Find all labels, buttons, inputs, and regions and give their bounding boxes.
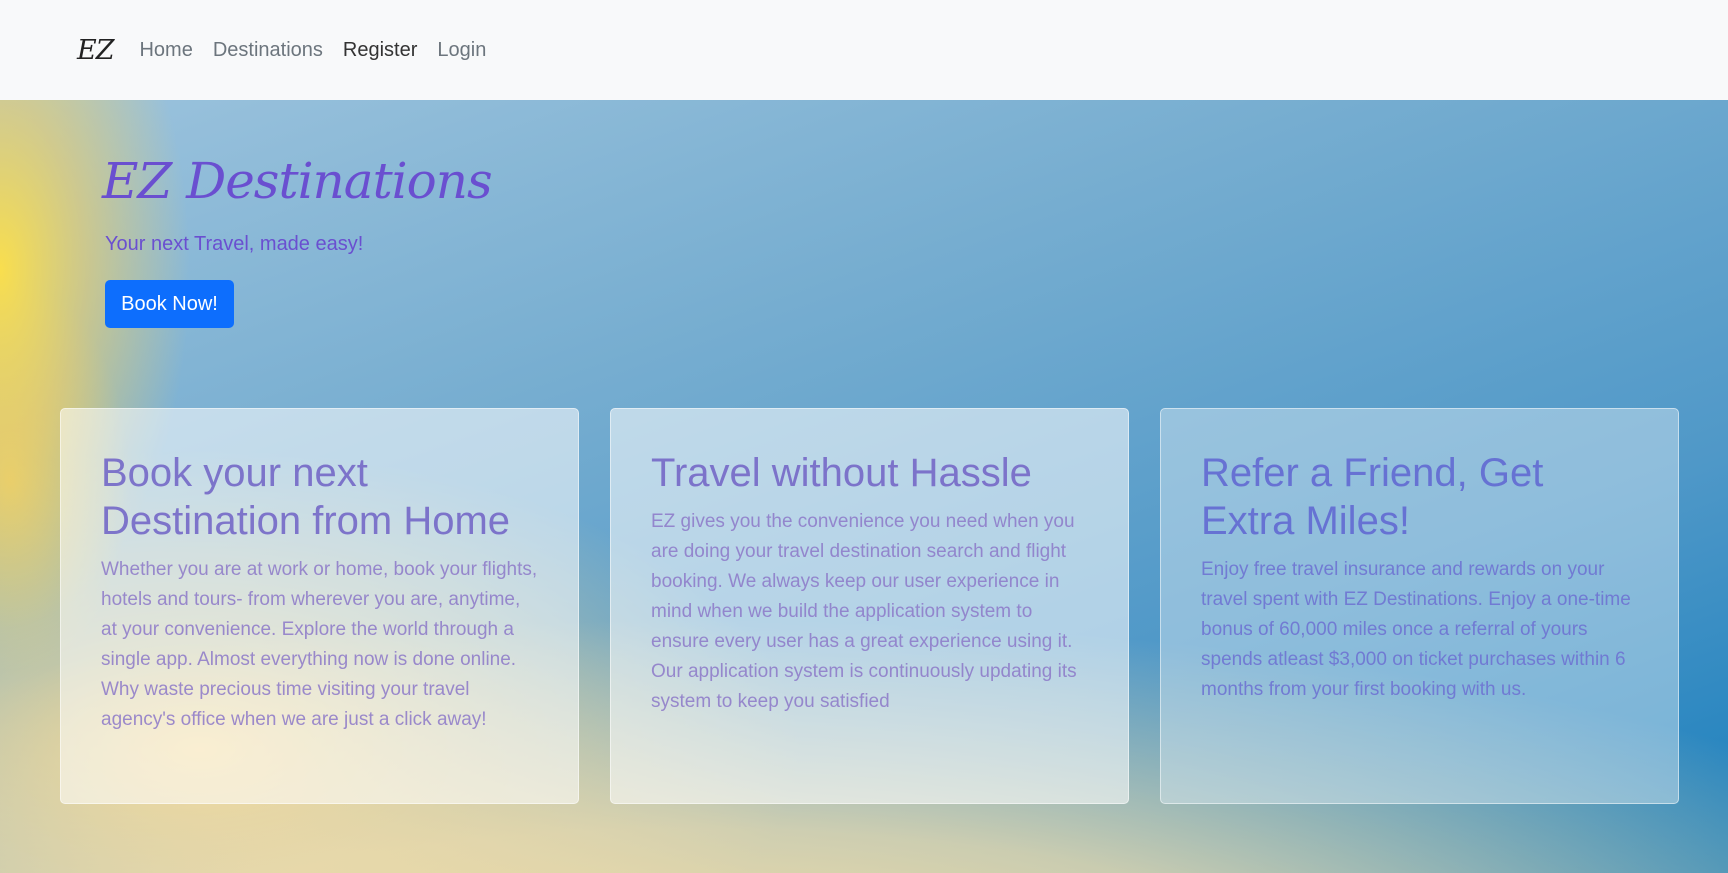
nav-link-destinations[interactable]: Destinations bbox=[213, 39, 323, 62]
nav-link-register[interactable]: Register bbox=[343, 39, 417, 62]
nav-link-login[interactable]: Login bbox=[437, 39, 486, 62]
book-now-button[interactable]: Book Now! bbox=[105, 280, 234, 328]
top-navbar: EZ Home Destinations Register Login bbox=[0, 0, 1728, 100]
card-title: Travel without Hassle bbox=[651, 451, 1032, 495]
card-body: Enjoy free travel insurance and rewards … bbox=[1201, 559, 1631, 700]
nav-link-home[interactable]: Home bbox=[139, 39, 192, 62]
card-body: EZ gives you the convenience you need wh… bbox=[651, 511, 1077, 712]
hero-section: EZ Destinations Your next Travel, made e… bbox=[0, 100, 1728, 873]
feature-card-refer-a-friend: Refer a Friend, Get Extra Miles! Enjoy f… bbox=[1160, 408, 1679, 804]
hero-subtitle: Your next Travel, made easy! bbox=[105, 233, 364, 255]
card-title: Refer a Friend, Get Extra Miles! bbox=[1201, 451, 1544, 543]
brand-logo[interactable]: EZ bbox=[77, 35, 114, 66]
feature-card-book-from-home: Book your next Destination from Home Whe… bbox=[60, 408, 579, 804]
card-title: Book your next Destination from Home bbox=[101, 451, 511, 543]
card-body: Whether you are at work or home, book yo… bbox=[101, 559, 538, 730]
feature-card-travel-without-hassle: Travel without Hassle EZ gives you the c… bbox=[610, 408, 1129, 804]
hero-title: EZ Destinations bbox=[102, 152, 493, 210]
